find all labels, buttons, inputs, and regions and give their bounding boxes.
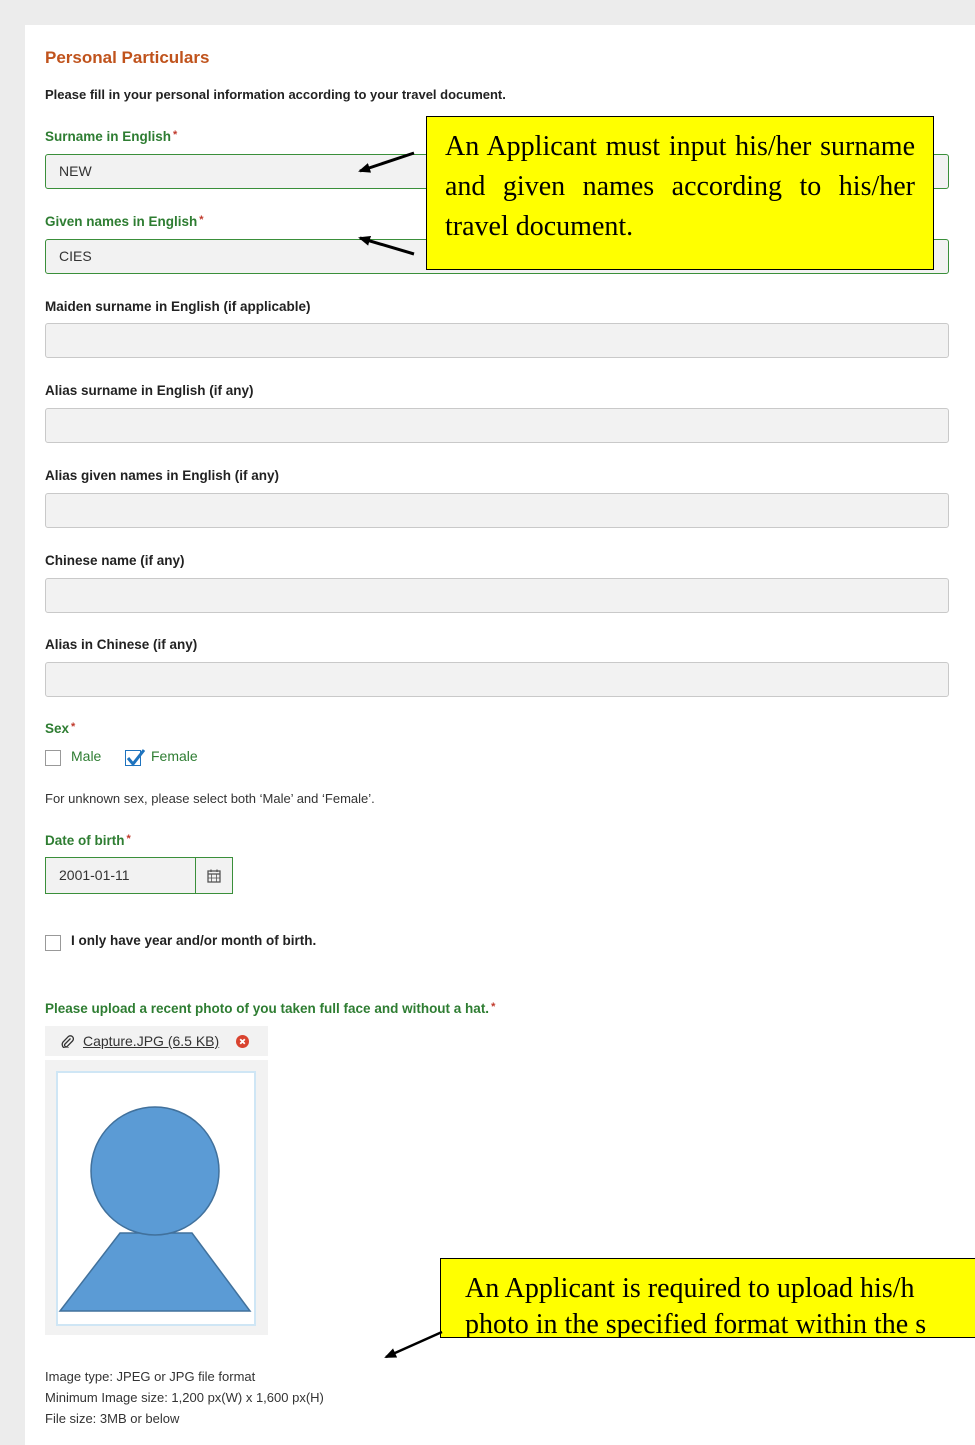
arrow-to-surname: [358, 151, 415, 173]
arrow-to-given-names: [358, 236, 415, 256]
arrow-to-photo-requirements: [384, 1330, 443, 1359]
annotation-arrows: [358, 151, 443, 1359]
